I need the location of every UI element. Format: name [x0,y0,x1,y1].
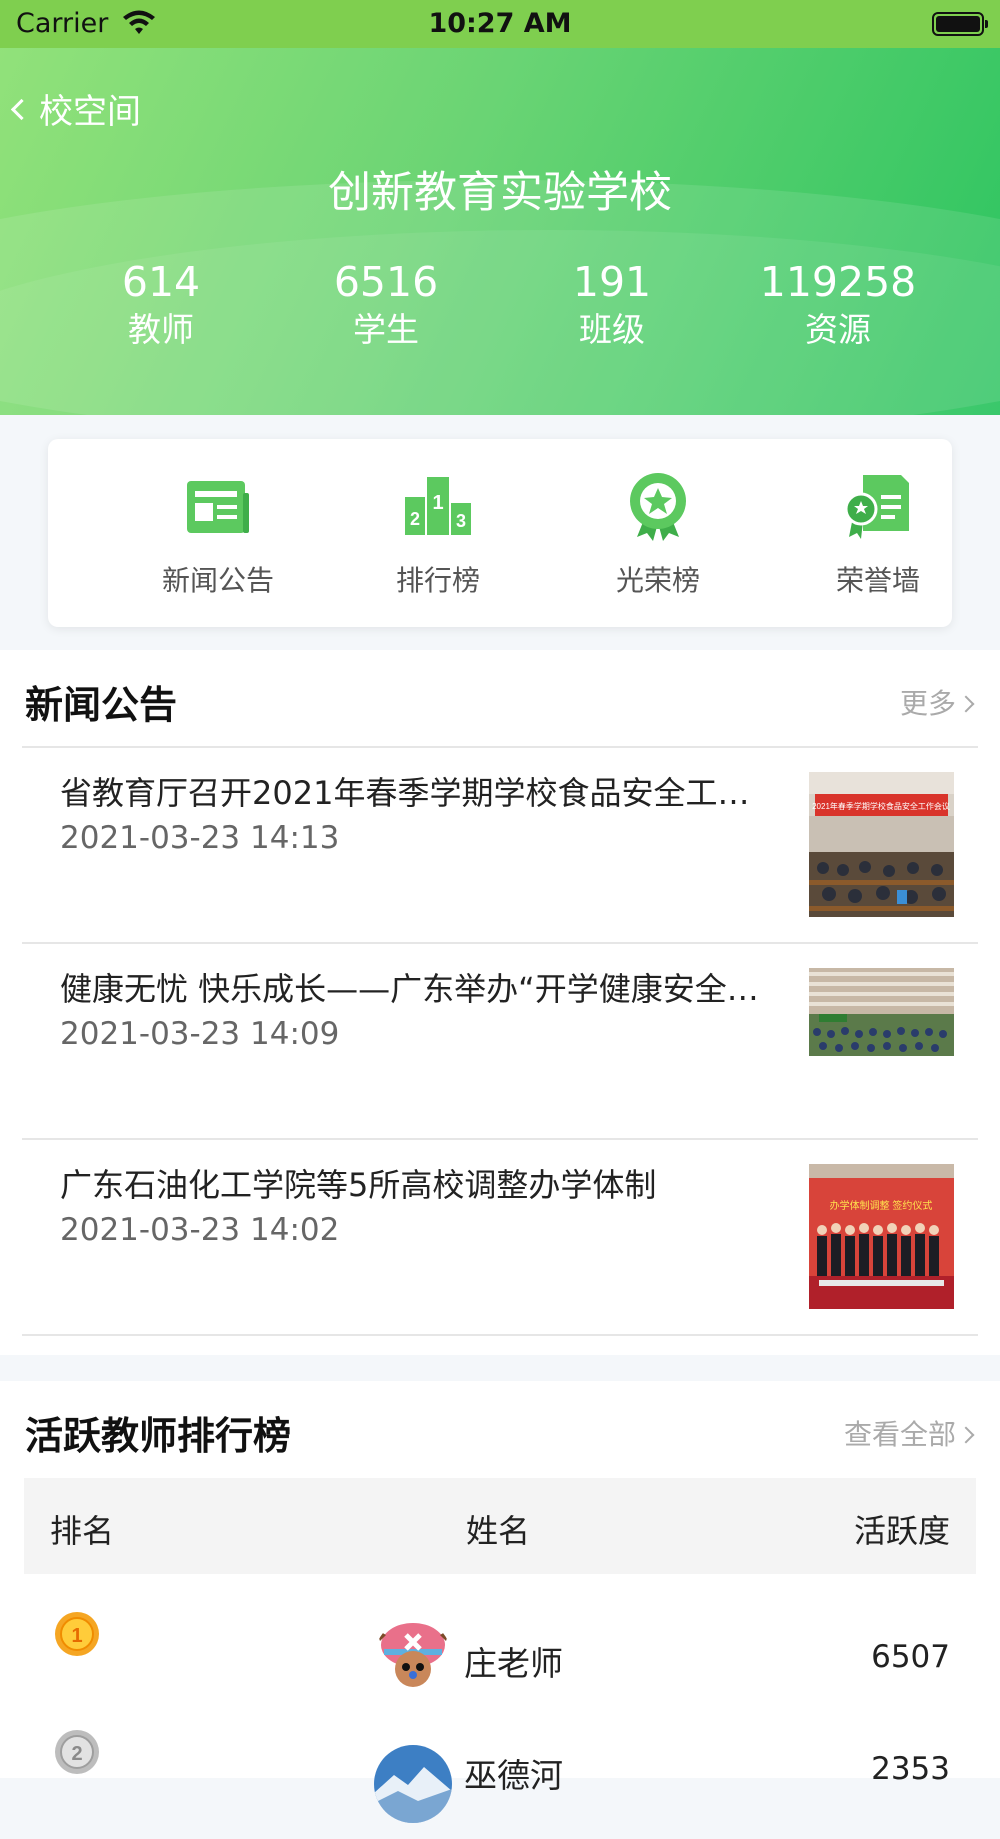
battery-icon [932,12,988,36]
news-date: 2021-03-23 14:09 [60,1016,340,1052]
chevron-left-icon [10,98,33,121]
stat-label: 教师 [128,310,194,349]
menu-item-honor-roll[interactable]: 光荣榜 [548,471,768,599]
stat-classes[interactable]: 191 班级 [512,256,712,352]
ranking-view-all-link[interactable]: 查看全部 [843,1413,975,1453]
avatar [374,1619,452,1697]
menu-item-news[interactable]: 新闻公告 [108,471,328,599]
menu-label: 光荣榜 [615,564,700,597]
back-button[interactable]: 校空间 [10,84,141,133]
stat-teachers[interactable]: 614 教师 [61,256,261,352]
menu-label: 新闻公告 [161,564,274,597]
ranking-section: 活跃教师排行榜 查看全部 排名 姓名 活跃度 1 庄老师 6507 2 巫德河 … [0,1381,1000,1823]
stat-value: 119258 [759,258,917,306]
news-item[interactable]: 省教育厅召开2021年春季学期学校食品安全工作会议 2021-03-23 14:… [0,748,1000,943]
status-bar: Carrier 10:27 AM [0,0,1000,48]
stat-value: 614 [121,258,201,306]
stat-label: 学生 [353,310,419,349]
menu-label: 排行榜 [395,564,480,597]
award-badge-icon [623,471,693,541]
news-icon [183,471,253,541]
rank-number: 1 [71,1625,82,1647]
menu-item-ranking[interactable]: 2 1 3 排行榜 [328,471,548,599]
chevron-right-icon [957,1426,975,1444]
table-row[interactable]: 2 巫德河 2353 [0,1719,1000,1839]
divider [22,1334,978,1336]
section-title: 新闻公告 [25,683,178,727]
news-more-link[interactable]: 更多 [899,682,975,722]
teacher-name: 庄老师 [464,1644,563,1683]
column-header-rank: 排名 [50,1512,115,1550]
chevron-right-icon [957,695,975,713]
news-title: 广东石油化工学院等5所高校调整办学体制 [60,1166,657,1204]
teacher-name: 巫德河 [464,1756,563,1795]
rank-number: 2 [71,1743,82,1765]
svg-text:1: 1 [432,492,443,514]
ranking-table-header: 排名 姓名 活跃度 [24,1478,976,1574]
back-label: 校空间 [39,92,141,132]
news-date: 2021-03-23 14:02 [60,1212,340,1248]
more-label: 查看全部 [843,1418,956,1451]
svg-text:3: 3 [456,511,466,531]
stat-value: 191 [572,258,652,306]
news-title: 健康无忧 快乐成长——广东举办“开学健康安全第一课” [60,970,780,1008]
status-time: 10:27 AM [428,8,572,39]
news-date: 2021-03-23 14:13 [60,820,340,856]
thumb-caption: 2021年春季学期学校食品安全工作会议 [812,801,950,811]
more-label: 更多 [899,687,956,720]
news-thumbnail [809,968,954,1056]
quick-menu: 新闻公告 2 1 3 排行榜 光荣榜 荣誉墙 [48,439,952,627]
thumb-caption: 办学体制调整 签约仪式 [830,1199,933,1212]
section-title: 活跃教师排行榜 [25,1414,292,1458]
podium-icon: 2 1 3 [403,471,473,541]
stat-label: 班级 [579,310,645,349]
stat-students[interactable]: 6516 学生 [286,256,486,352]
stat-label: 资源 [805,310,871,349]
news-item[interactable]: 健康无忧 快乐成长——广东举办“开学健康安全第一课” 2021-03-23 14… [0,944,1000,1139]
menu-item-honor-wall[interactable]: 荣誉墙 [768,471,988,599]
avatar [374,1745,452,1823]
column-header-activity: 活跃度 [853,1512,950,1550]
stat-resources[interactable]: 119258 资源 [738,256,938,352]
silver-medal-icon: 2 [54,1729,100,1775]
school-stats: 614 教师 6516 学生 191 班级 119258 资源 [0,256,1000,356]
news-item[interactable]: 广东石油化工学院等5所高校调整办学体制 2021-03-23 14:02 办学体… [0,1140,1000,1335]
stat-value: 6516 [333,258,439,306]
news-section: 新闻公告 更多 省教育厅召开2021年春季学期学校食品安全工作会议 2021-0… [0,650,1000,1355]
school-name: 创新教育实验学校 [328,168,672,218]
school-header: Carrier 10:27 AM 校空间 创新教育实验学校 614 教师 651… [0,0,1000,415]
activity-score: 2353 [871,1751,950,1787]
table-row[interactable]: 1 庄老师 6507 [0,1599,1000,1719]
gold-medal-icon: 1 [54,1611,100,1657]
news-thumbnail: 2021年春季学期学校食品安全工作会议 [809,772,954,917]
svg-text:2: 2 [410,509,420,529]
news-thumbnail: 办学体制调整 签约仪式 [809,1164,954,1309]
activity-score: 6507 [871,1639,950,1675]
news-title: 省教育厅召开2021年春季学期学校食品安全工作会议 [60,774,780,812]
menu-label: 荣誉墙 [835,564,920,597]
certificate-icon [843,471,913,541]
column-header-name: 姓名 [466,1512,531,1550]
